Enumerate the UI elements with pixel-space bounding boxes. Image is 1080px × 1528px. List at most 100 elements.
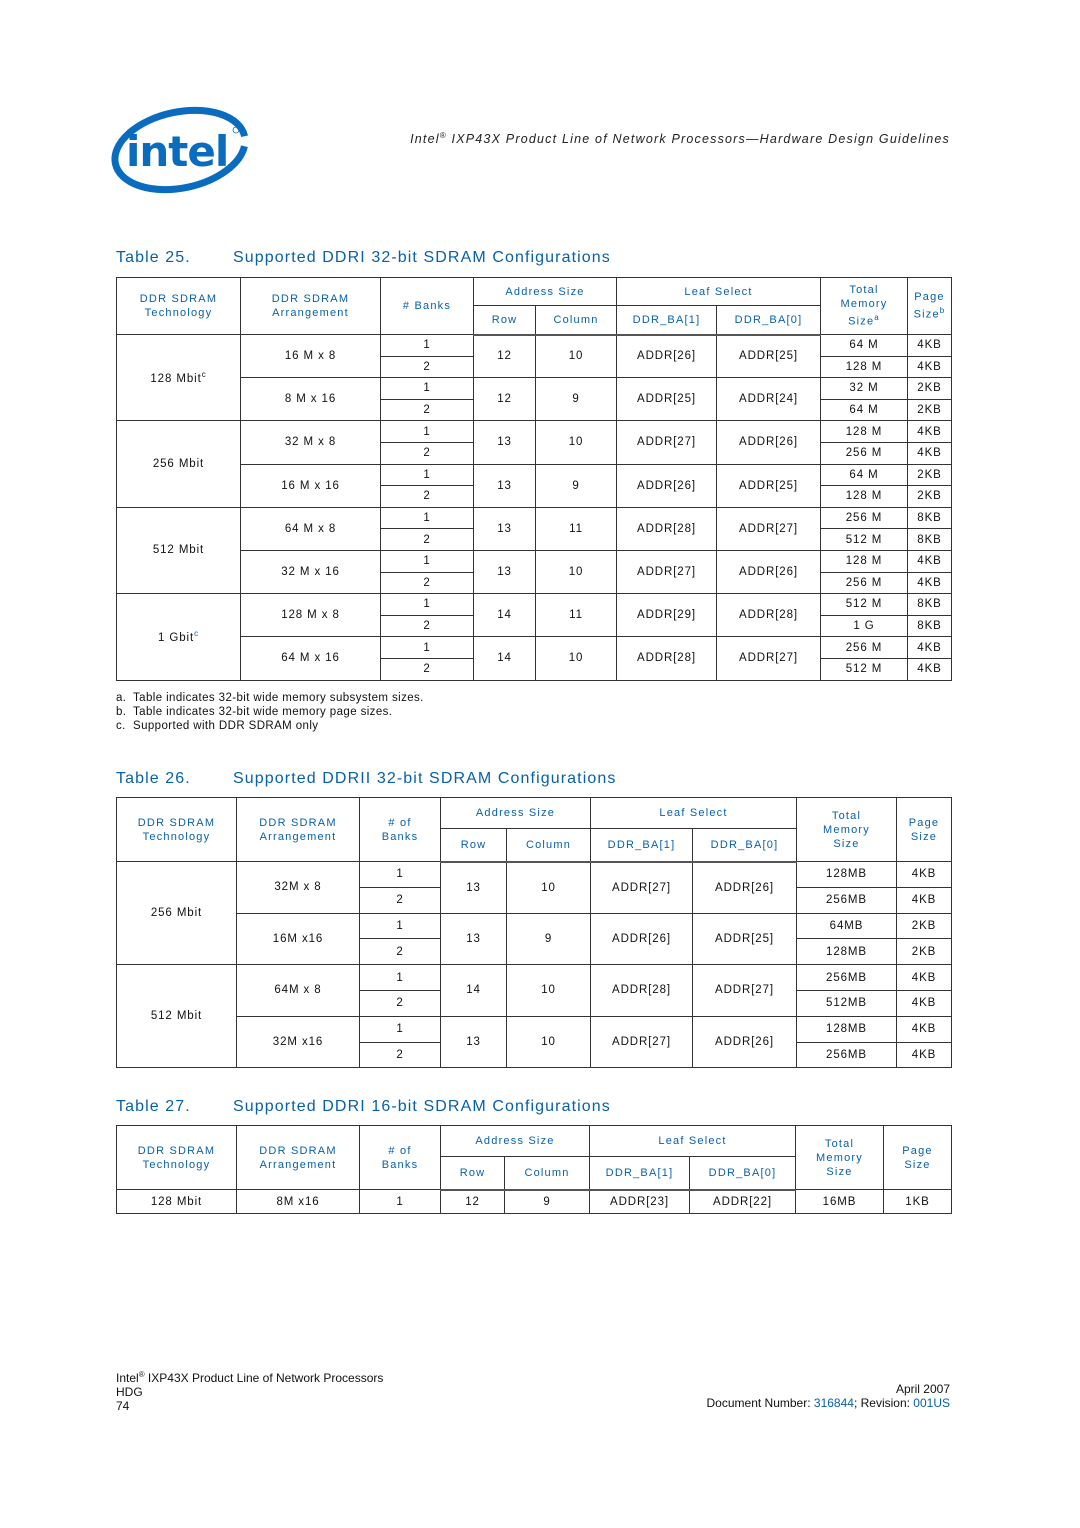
table26: DDR SDRAM Technology DDR SDRAM Arrangement… (116, 797, 952, 1069)
header-address-size: Address Size (440, 797, 591, 829)
cell-ba1: ADDR[27] (616, 420, 717, 465)
cell-total: 64MB (796, 912, 897, 940)
header-ba0: DDR_BA[0] (716, 305, 821, 336)
footnote-a: a. Table indicates 32-bit wide memory sub… (116, 692, 424, 704)
cell-banks: 2 (380, 614, 474, 638)
cell-ba1: ADDR[25] (616, 377, 717, 422)
page-footer-left: Intel® IXP43X Product Line of Network Pr… (116, 1368, 383, 1413)
table25: DDR SDRAM Technology DDR SDRAM Arrangement… (116, 277, 952, 681)
technology-label: 1 Gbit (158, 632, 195, 645)
cell-page: 8KB (907, 528, 952, 551)
cell-page: 2KB (896, 938, 952, 966)
table-row: 8 M x 16 1 12 9 ADDR[25] ADDR[24] 32 M 2KB (117, 377, 952, 422)
cell-banks: 2 (359, 886, 441, 914)
header-address-size: Address Size (473, 277, 617, 306)
cell-ba1: ADDR[26] (616, 463, 717, 508)
footer-product: Intel® IXP43X Product Line of Network Pr… (116, 1370, 384, 1385)
revision-link[interactable]: 001US (913, 1396, 950, 1410)
cell-ba1: ADDR[27] (616, 549, 717, 595)
table-row: 128 Mbitc 16 M x 8 1 12 10 ADDR[26] ADDR[25] 64… (116, 333, 952, 422)
table-row: 32 M x 16 1 13 10 ADDR[27] ADDR[26] 128 M 4KB (117, 549, 952, 595)
cell-arrangement: 64M x 8 (236, 964, 360, 1017)
header-arrangement: DDR SDRAM Arrangement (236, 1125, 360, 1190)
cell-page: 8KB (907, 506, 952, 530)
header-ba1: DDR_BA[1] (590, 828, 693, 863)
cell-arrangement: 8 M x 16 (240, 377, 381, 422)
header-leaf-select: Leaf Select (616, 277, 821, 306)
cell-page: 8KB (907, 593, 952, 616)
cell-technology: 128 Mbit (116, 1189, 237, 1214)
cell-column: 10 (506, 964, 591, 1017)
cell-page: 2KB (907, 398, 952, 422)
technology-label: 128 Mbit (150, 373, 202, 386)
cell-total: 128 M (820, 549, 908, 573)
cell-column: 9 (504, 1189, 590, 1214)
cell-ba0: ADDR[26] (716, 549, 821, 595)
table-row: 128 Mbit 8M x16 1 12 9 ADDR[23] ADDR[22]… (116, 1189, 952, 1214)
cell-ba1: ADDR[28] (590, 964, 693, 1017)
header-column: Column (504, 1156, 590, 1191)
cell-arrangement: 32 M x 16 (240, 549, 381, 595)
header-leaf-select: Leaf Select (589, 1125, 796, 1157)
intel-logo: intel (111, 106, 249, 194)
technology-label: 256 Mbit (150, 907, 203, 920)
cell-ba0: ADDR[26] (716, 420, 821, 465)
cell-arrangement: 16M x16 (236, 912, 360, 966)
cell-page: 2KB (907, 485, 952, 508)
cell-page: 4KB (907, 420, 952, 443)
cell-banks: 1 (359, 964, 441, 991)
cell-ba0: ADDR[25] (716, 333, 821, 379)
cell-banks: 1 (359, 861, 441, 888)
cell-total: 256MB (796, 1041, 897, 1069)
cell-total: 64 M (820, 334, 908, 357)
doc-number-link[interactable]: 316844 (814, 1396, 854, 1410)
table-row: 256 Mbit 32M x 8 1 13 10 ADDR[27] ADDR[26] 128M… (116, 860, 952, 966)
cell-banks: 1 (380, 636, 474, 659)
running-header: Intel® IXP43X Product Line of Network Pr… (410, 131, 950, 147)
header-total-memory: Total Memory Size (796, 797, 897, 862)
cell-total: 128MB (796, 1015, 897, 1043)
header-technology: DDR SDRAM Technology (116, 277, 241, 335)
cell-total: 128 M (820, 355, 908, 379)
cell-arrangement: 32M x16 (236, 1015, 360, 1069)
cell-column: 10 (535, 549, 617, 595)
cell-banks: 1 (359, 1015, 441, 1043)
cell-arrangement: 16 M x 16 (240, 463, 381, 508)
footnote-ref[interactable]: c (194, 629, 199, 638)
cell-page: 2KB (896, 912, 952, 940)
table26-title: Table 26. Supported DDRII 32-bit SDRAM Co… (116, 770, 617, 787)
cell-row: 13 (473, 506, 536, 551)
cell-page: 4KB (896, 964, 952, 991)
cell-banks: 1 (380, 334, 474, 357)
header-banks: # Banks (380, 277, 474, 335)
cell-page: 4KB (907, 636, 952, 659)
cell-row: 13 (440, 861, 507, 914)
cell-total: 256MB (796, 886, 897, 914)
cell-total: 64 M (820, 463, 908, 487)
cell-ba0: ADDR[28] (716, 593, 821, 638)
cell-total: 64 M (820, 398, 908, 422)
cell-ba1: ADDR[28] (616, 636, 717, 681)
footnote-b: b. Table indicates 32-bit wide memory pag… (116, 706, 393, 718)
footer-doc-type: HDG (116, 1385, 143, 1399)
header-row: Row (473, 305, 536, 336)
cell-column: 10 (506, 1015, 591, 1069)
technology-label: 256 Mbit (152, 458, 205, 471)
cell-ba0: ADDR[27] (692, 964, 797, 1017)
cell-total: 512 M (820, 528, 908, 551)
table-row: 256 Mbit 32 M x 8 1 13 10 ADDR[27] ADDR[26] 128… (116, 420, 952, 508)
cell-banks: 1 (380, 377, 474, 400)
cell-ba0: ADDR[26] (692, 1015, 797, 1069)
header-banks: # of Banks (359, 1125, 441, 1190)
cell-page: 2KB (907, 463, 952, 487)
header-technology: DDR SDRAM Technology (116, 797, 237, 862)
header-total-memory: Total Memory Sizea (820, 277, 908, 335)
cell-technology: 128 Mbitc (116, 333, 241, 422)
cell-banks: 1 (359, 1189, 441, 1214)
cell-ba0: ADDR[24] (716, 377, 821, 422)
header-row: Row (440, 828, 507, 863)
cell-total: 128 M (820, 485, 908, 508)
cell-banks: 1 (380, 549, 474, 573)
footnote-ref[interactable]: c (202, 370, 207, 379)
cell-banks: 1 (380, 506, 474, 530)
